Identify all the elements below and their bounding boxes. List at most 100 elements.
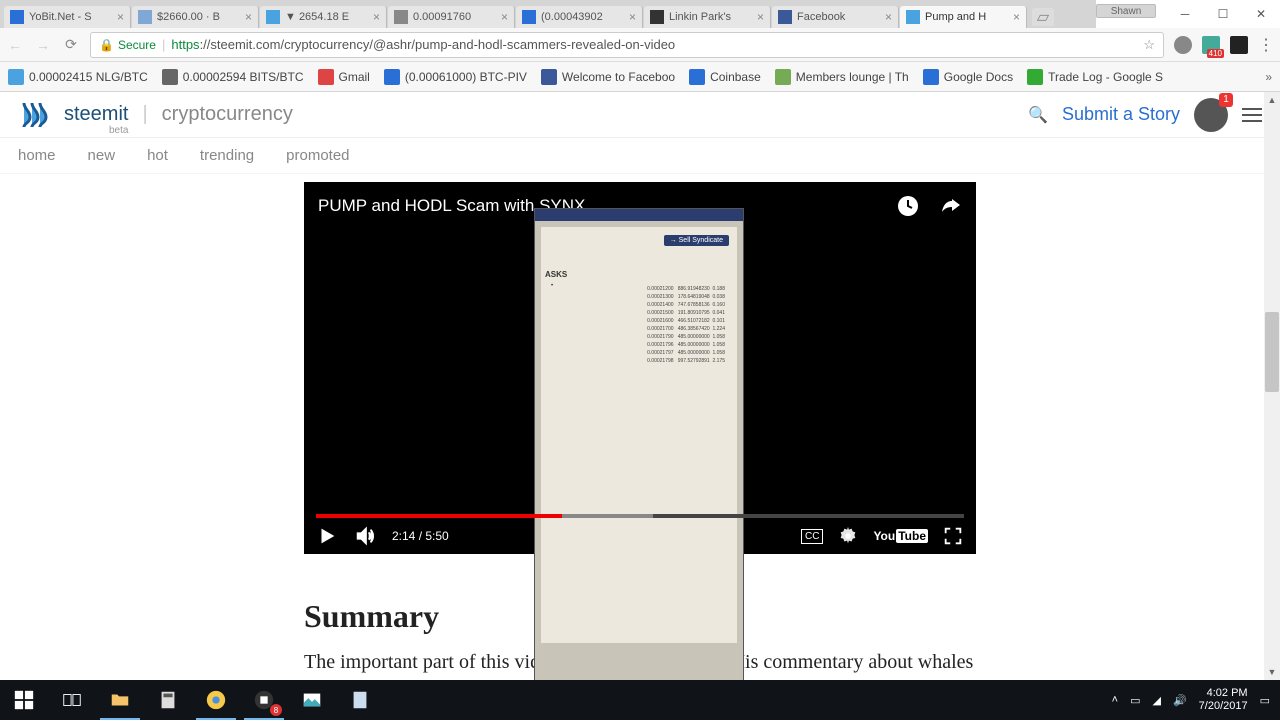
nav-new[interactable]: new (88, 147, 116, 164)
viewport: PUMP and HODL Scam with SYNX → Sell Synd… (0, 174, 1280, 680)
cc-icon[interactable]: CC (801, 529, 823, 544)
tab-title: 0.00091760 (413, 11, 471, 23)
secure-badge: 🔒Secure (99, 38, 156, 52)
forward-button[interactable]: → (34, 36, 52, 54)
chrome-icon[interactable] (192, 680, 240, 720)
steemit-nav: home new hot trending promoted (0, 138, 1280, 174)
close-window-button[interactable]: ✕ (1242, 0, 1280, 28)
notepad-icon[interactable] (336, 680, 384, 720)
bookmark-star-icon[interactable]: ☆ (1143, 37, 1155, 53)
bookmark-item[interactable]: Google Docs (923, 69, 1013, 85)
close-icon[interactable]: × (117, 10, 124, 24)
window-controls: ─ ☐ ✕ (1166, 0, 1280, 28)
scroll-thumb[interactable] (1265, 312, 1279, 392)
bookmark-item[interactable]: 0.00002594 BITS/BTC (162, 69, 304, 85)
minimize-button[interactable]: ─ (1166, 0, 1204, 28)
notif-badge: 1 (1219, 93, 1233, 107)
ext-icon-3[interactable] (1230, 36, 1248, 54)
bookmark-item[interactable]: Welcome to Faceboo (541, 69, 675, 85)
topic-label[interactable]: cryptocurrency (162, 103, 293, 126)
file-explorer-icon[interactable] (96, 680, 144, 720)
start-button[interactable] (0, 680, 48, 720)
volume-tray-icon[interactable]: 🔊 (1173, 694, 1187, 707)
chrome-titlebar: YoBit.Net - S × $2660.00 · B× ▼ 2654.18 E… (0, 0, 1280, 28)
calculator-icon[interactable] (144, 680, 192, 720)
bookmark-item[interactable]: 0.00002415 NLG/BTC (8, 69, 148, 85)
watch-later-icon[interactable] (896, 194, 920, 218)
submit-story-link[interactable]: Submit a Story (1062, 104, 1180, 125)
play-icon[interactable] (316, 525, 338, 547)
bookmark-item[interactable]: Members lounge | Th (775, 69, 909, 85)
nav-promoted[interactable]: promoted (286, 147, 349, 164)
video-controls: 2:14 / 5:50 CC YouTube (304, 518, 976, 554)
tabstrip: YoBit.Net - S × $2660.00 · B× ▼ 2654.18 E… (0, 0, 1096, 28)
system-tray: ˄ ▭ ◢ 🔊 4:02 PM 7/20/2017 ▭ (1102, 687, 1280, 713)
steemit-logo-icon[interactable] (18, 99, 50, 131)
extension-icons: 410 ⋮ (1174, 35, 1274, 55)
search-icon[interactable]: 🔍 (1028, 105, 1048, 125)
tab-3[interactable]: 0.00091760 × (388, 6, 515, 28)
tab-7-active[interactable]: Pump and H × (900, 6, 1027, 28)
tab-0[interactable]: YoBit.Net - S × (4, 6, 131, 28)
tray-chevron-icon[interactable]: ˄ (1112, 694, 1118, 706)
close-icon[interactable]: × (629, 10, 636, 24)
wifi-icon[interactable]: ◢ (1152, 694, 1160, 707)
ext-badge: 410 (1207, 49, 1224, 58)
tab-4[interactable]: (0.00043902× (516, 6, 643, 28)
nav-hot[interactable]: hot (147, 147, 168, 164)
chrome-menu-icon[interactable]: ⋮ (1258, 35, 1274, 55)
bookmark-item[interactable]: (0.00061000) BTC-PIV (384, 69, 527, 85)
close-icon[interactable]: × (1013, 10, 1020, 24)
maximize-button[interactable]: ☐ (1204, 0, 1242, 28)
hamburger-icon[interactable] (1242, 108, 1262, 122)
reload-button[interactable]: ⟳ (62, 36, 80, 54)
tray-clock[interactable]: 4:02 PM 7/20/2017 (1199, 687, 1248, 713)
page-scrollbar[interactable]: ▲ ▼ (1264, 92, 1280, 680)
close-icon[interactable]: × (757, 10, 764, 24)
sell-button: → Sell Syndicate (664, 235, 729, 246)
tab-5[interactable]: Linkin Park's × (644, 6, 771, 28)
asks-label: ASKS (545, 270, 733, 279)
profile-chip[interactable]: Shawn (1096, 4, 1156, 18)
bookmark-item[interactable]: Trade Log - Google S (1027, 69, 1163, 85)
close-icon[interactable]: × (245, 10, 252, 24)
bookmark-item[interactable]: Gmail (318, 69, 370, 85)
scroll-up-icon[interactable]: ▲ (1264, 92, 1280, 108)
volume-icon[interactable] (354, 525, 376, 547)
photos-icon[interactable] (288, 680, 336, 720)
steemit-header: steemitbeta | cryptocurrency 🔍 Submit a … (0, 92, 1280, 138)
bookmarks-bar: 0.00002415 NLG/BTC 0.00002594 BITS/BTC G… (0, 62, 1280, 92)
bookmarks-overflow-icon[interactable]: » (1265, 70, 1272, 84)
ext-icon-2[interactable]: 410 (1202, 36, 1220, 54)
close-icon[interactable]: × (373, 10, 380, 24)
nav-trending[interactable]: trending (200, 147, 254, 164)
youtube-logo-icon[interactable]: YouTube (873, 529, 928, 543)
tab-title: Linkin Park's (669, 11, 731, 23)
article: PUMP and HODL Scam with SYNX → Sell Synd… (304, 182, 976, 680)
brand-name[interactable]: steemitbeta (64, 103, 128, 126)
tab-2[interactable]: ▼ 2654.18 E× (260, 6, 387, 28)
share-icon[interactable] (938, 194, 962, 218)
avatar[interactable]: 1 (1194, 98, 1228, 132)
tab-6[interactable]: Facebook× (772, 6, 899, 28)
task-view-icon[interactable] (48, 680, 96, 720)
notifications-icon[interactable]: ▭ (1260, 694, 1270, 707)
tab-title: YoBit.Net - S (29, 11, 92, 23)
close-icon[interactable]: × (501, 10, 508, 24)
back-button[interactable]: ← (6, 36, 24, 54)
nav-home[interactable]: home (18, 147, 56, 164)
ext-icon-1[interactable] (1174, 36, 1192, 54)
close-icon[interactable]: × (885, 10, 892, 24)
battery-icon[interactable]: ▭ (1130, 694, 1140, 707)
beta-badge: beta (109, 125, 128, 136)
bookmark-item[interactable]: Coinbase (689, 69, 761, 85)
tab-1[interactable]: $2660.00 · B× (132, 6, 259, 28)
youtube-embed[interactable]: PUMP and HODL Scam with SYNX → Sell Synd… (304, 182, 976, 554)
new-tab-button[interactable]: ▱ (1032, 8, 1054, 26)
settings-icon[interactable] (837, 525, 859, 547)
tab-title: Pump and H (925, 11, 986, 23)
scroll-down-icon[interactable]: ▼ (1264, 664, 1280, 680)
fullscreen-icon[interactable] (942, 525, 964, 547)
app-icon[interactable]: 8 (240, 680, 288, 720)
url-box[interactable]: 🔒Secure | https://steemit.com/cryptocurr… (90, 32, 1164, 58)
